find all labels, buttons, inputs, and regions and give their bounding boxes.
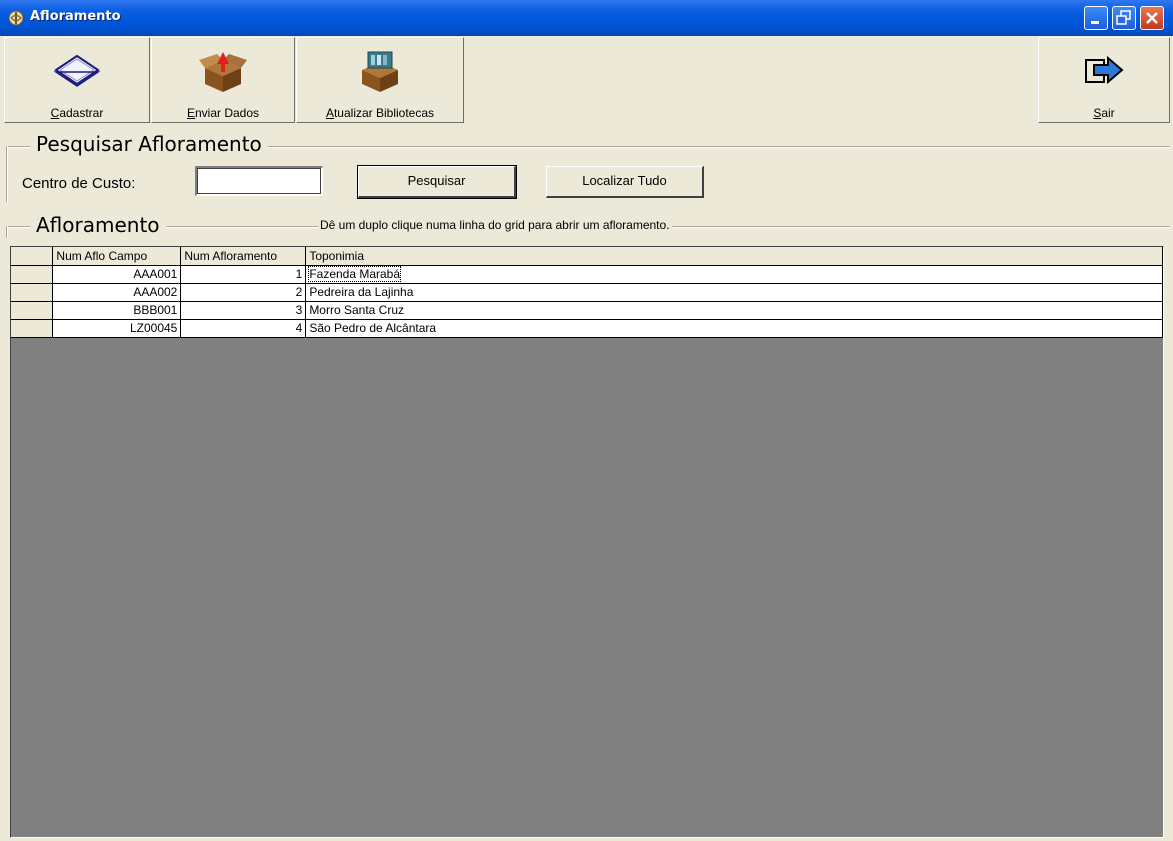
cost-center-input[interactable] bbox=[195, 166, 323, 196]
cost-center-label: Centro de Custo: bbox=[22, 175, 136, 192]
cell-num-afloramento[interactable]: 2 bbox=[180, 283, 307, 302]
cell-num-aflo-campo[interactable]: AAA001 bbox=[52, 265, 182, 284]
app-icon bbox=[8, 10, 24, 26]
window-title: Afloramento bbox=[30, 9, 121, 24]
row-indicator[interactable] bbox=[11, 319, 54, 338]
pesquisar-button[interactable]: Pesquisar bbox=[357, 165, 517, 199]
cell-num-aflo-campo[interactable]: LZ00045 bbox=[52, 319, 182, 338]
row-indicator[interactable] bbox=[11, 265, 54, 284]
box-library-icon bbox=[362, 51, 398, 92]
row-indicator-header bbox=[11, 247, 54, 266]
atualizar-bibliotecas-button[interactable]: Atualizar Bibliotecas bbox=[296, 37, 464, 123]
cell-toponimia[interactable]: São Pedro de Alcântara bbox=[305, 319, 1163, 338]
sair-button[interactable]: Sair bbox=[1038, 37, 1170, 123]
column-header-toponimia[interactable]: Toponimia bbox=[305, 247, 1163, 266]
minimize-button[interactable] bbox=[1084, 6, 1108, 30]
row-indicator[interactable] bbox=[11, 301, 54, 320]
restore-button[interactable] bbox=[1112, 6, 1136, 30]
cell-toponimia[interactable]: Morro Santa Cruz bbox=[305, 301, 1163, 320]
column-header-num-aflo-campo[interactable]: Num Aflo Campo bbox=[52, 247, 182, 266]
cadastrar-button[interactable]: Cadastrar bbox=[4, 37, 150, 123]
grid-hint: Dê um duplo clique numa linha do grid pa… bbox=[318, 218, 672, 232]
close-icon bbox=[1146, 12, 1158, 24]
cell-num-afloramento[interactable]: 1 bbox=[180, 265, 307, 284]
search-group-left-edge bbox=[6, 146, 8, 202]
cell-num-aflo-campo[interactable]: AAA002 bbox=[52, 283, 182, 302]
diamond-paper-icon bbox=[53, 54, 101, 87]
cell-num-afloramento[interactable]: 3 bbox=[180, 301, 307, 320]
table-row[interactable]: BBB001 3 Morro Santa Cruz bbox=[11, 301, 1163, 320]
table-row[interactable]: AAA001 1 Fazenda Marabá bbox=[11, 265, 1163, 284]
grid-group-left-edge bbox=[6, 226, 8, 238]
localizar-tudo-button[interactable]: Localizar Tudo bbox=[546, 166, 704, 198]
grid-table: Num Aflo Campo Num Afloramento Toponimia… bbox=[11, 247, 1163, 338]
enviar-dados-button[interactable]: Enviar Dados bbox=[151, 37, 295, 123]
restore-icon bbox=[1116, 10, 1131, 25]
title-bar[interactable]: Afloramento bbox=[0, 0, 1173, 36]
cadastrar-label: Cadastrar bbox=[50, 106, 104, 120]
cell-num-aflo-campo[interactable]: BBB001 bbox=[52, 301, 182, 320]
row-indicator[interactable] bbox=[11, 283, 54, 302]
cell-toponimia[interactable]: Pedreira da Lajinha bbox=[305, 283, 1163, 302]
exit-arrow-icon bbox=[1085, 55, 1124, 85]
grid-header-row: Num Aflo Campo Num Afloramento Toponimia bbox=[11, 247, 1163, 266]
cell-toponimia[interactable]: Fazenda Marabá bbox=[305, 265, 1163, 284]
box-upload-icon bbox=[199, 52, 247, 92]
grid-group-title: Afloramento bbox=[30, 213, 166, 237]
sair-label: Sair bbox=[1093, 106, 1115, 120]
afloramento-grid[interactable]: Num Aflo Campo Num Afloramento Toponimia… bbox=[10, 246, 1164, 838]
close-button[interactable] bbox=[1140, 6, 1164, 30]
cell-toponimia-text: Fazenda Marabá bbox=[308, 266, 402, 282]
table-row[interactable]: AAA002 2 Pedreira da Lajinha bbox=[11, 283, 1163, 302]
column-header-num-afloramento[interactable]: Num Afloramento bbox=[180, 247, 307, 266]
cell-num-afloramento[interactable]: 4 bbox=[180, 319, 307, 338]
minimize-icon bbox=[1091, 21, 1099, 24]
enviar-dados-label: Enviar Dados bbox=[186, 106, 260, 120]
atualizar-bibliotecas-label: Atualizar Bibliotecas bbox=[325, 106, 435, 120]
search-group-title: Pesquisar Afloramento bbox=[30, 132, 268, 156]
table-row[interactable]: LZ00045 4 São Pedro de Alcântara bbox=[11, 319, 1163, 338]
